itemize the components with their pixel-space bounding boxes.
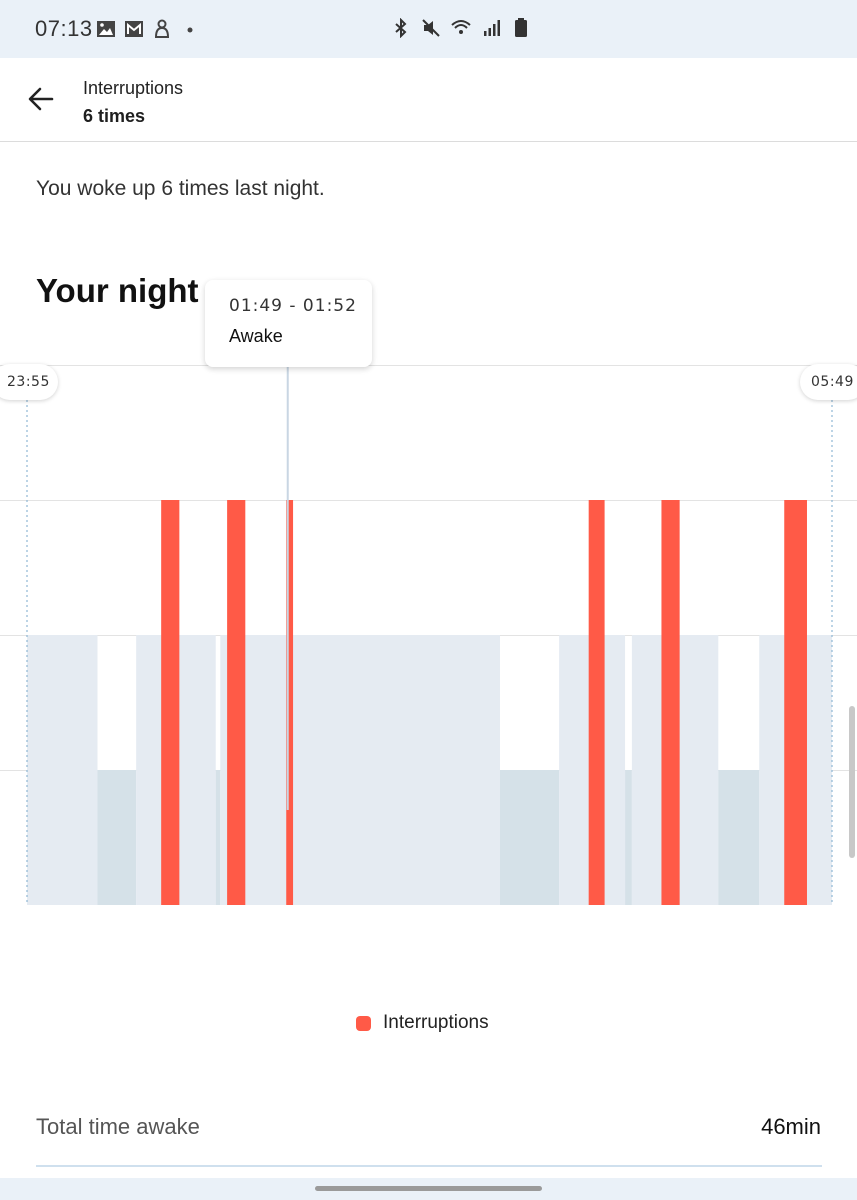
status-right-icons xyxy=(391,18,531,38)
mail-icon xyxy=(125,21,143,37)
wifi-icon xyxy=(451,20,471,34)
sleep-stage-bar xyxy=(27,635,98,905)
sleep-stage-bar xyxy=(718,770,760,905)
interruption-bar xyxy=(661,500,680,905)
arrow-left-icon[interactable] xyxy=(26,84,56,114)
legend-label-interruptions: Interruptions xyxy=(383,1012,489,1033)
sleep-stage-bar xyxy=(97,770,137,905)
interruption-bar xyxy=(784,500,807,905)
start-time-chip: 23:55 xyxy=(0,364,58,400)
status-time: 07:13 xyxy=(35,16,93,41)
sleep-stage-bar xyxy=(215,770,221,905)
total-time-awake-label: Total time awake xyxy=(36,1114,200,1139)
sleep-stage-bar xyxy=(625,770,632,905)
scrollbar[interactable] xyxy=(849,706,855,858)
app-bar: Interruptions 6 times xyxy=(0,58,857,142)
chart-tooltip: 01:49 - 01:52 Awake xyxy=(205,280,372,367)
bluetooth-icon xyxy=(395,18,407,38)
status-bar: 07:13 xyxy=(0,0,857,58)
dot-icon xyxy=(187,27,193,33)
tooltip-time-range: 01:49 - 01:52 xyxy=(229,296,357,316)
mute-icon xyxy=(422,19,440,37)
summary-text: You woke up 6 times last night. xyxy=(36,177,325,200)
end-time-chip: 05:49 xyxy=(800,364,857,400)
battery-icon xyxy=(515,18,527,37)
sleep-chart[interactable] xyxy=(0,365,857,910)
section-title: Your night xyxy=(36,272,199,309)
chart-legend: Interruptions xyxy=(356,1012,489,1034)
status-left-icons xyxy=(96,19,200,39)
gallery-icon xyxy=(97,21,115,37)
tooltip-state: Awake xyxy=(229,326,283,346)
nav-bar xyxy=(0,1178,857,1200)
sleep-stage-bar xyxy=(220,635,500,905)
interruption-bar xyxy=(588,500,605,905)
interruption-bar xyxy=(227,500,246,905)
sleep-stage-bar xyxy=(499,770,560,905)
page-title: Interruptions xyxy=(83,78,184,98)
signal-icon xyxy=(484,20,500,36)
legend-swatch-interruptions xyxy=(356,1015,371,1031)
stat-divider xyxy=(36,1165,822,1167)
total-time-awake-value: 46min xyxy=(761,1114,821,1139)
app-notification-icon xyxy=(154,19,170,38)
home-gesture-handle[interactable] xyxy=(315,1186,542,1191)
interruption-bar xyxy=(161,500,180,905)
page-subtitle: 6 times xyxy=(83,106,146,126)
